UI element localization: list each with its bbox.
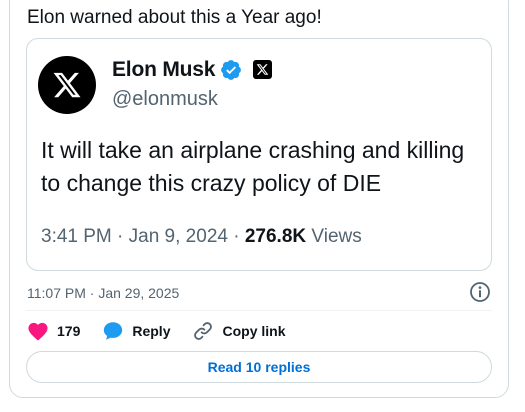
avatar[interactable]	[38, 56, 96, 114]
heart-icon	[28, 322, 48, 341]
embedded-tweet-line-2: to change this crazy policy of DIE	[41, 170, 382, 196]
views-count: 276.8K	[244, 226, 307, 247]
likes-count: 179	[57, 323, 81, 339]
x-affiliate-badge-icon	[253, 60, 272, 79]
author-handle[interactable]: @elonmusk	[112, 88, 218, 111]
read-replies-button[interactable]: Read 10 replies	[26, 351, 492, 383]
embedded-tweet[interactable]: Elon Musk @elonmusk It will take an airp…	[26, 38, 492, 271]
tweet-text: Elon warned about this a Year ago!	[27, 7, 322, 28]
verified-badge-icon	[221, 60, 241, 80]
tweet-timestamp[interactable]: 11:07 PM · Jan 29, 2025	[27, 285, 179, 301]
x-logo-icon	[53, 72, 81, 98]
author-name[interactable]: Elon Musk	[112, 58, 215, 82]
embedded-tweet-time[interactable]: 3:41 PM · Jan 9, 2024 ·	[41, 226, 245, 247]
embedded-tweet-meta: 3:41 PM · Jan 9, 2024 · 276.8K Views	[41, 226, 362, 248]
reply-label: Reply	[132, 323, 171, 339]
reply-bubble-icon	[104, 322, 123, 340]
copy-link-button[interactable]: Copy link	[192, 320, 286, 342]
copy-link-label: Copy link	[222, 323, 286, 339]
reply-button[interactable]: Reply	[102, 320, 170, 342]
embedded-tweet-line-1: It will take an airplane crashing and ki…	[41, 137, 465, 163]
embedded-tweet-text: It will take an airplane crashing and ki…	[41, 134, 464, 200]
like-button[interactable]: 179	[27, 321, 80, 341]
info-icon[interactable]	[469, 281, 491, 303]
action-bar: 179 Reply Copy link	[27, 319, 308, 343]
divider	[26, 310, 492, 311]
views-label: Views	[306, 226, 362, 247]
link-icon	[194, 322, 213, 340]
